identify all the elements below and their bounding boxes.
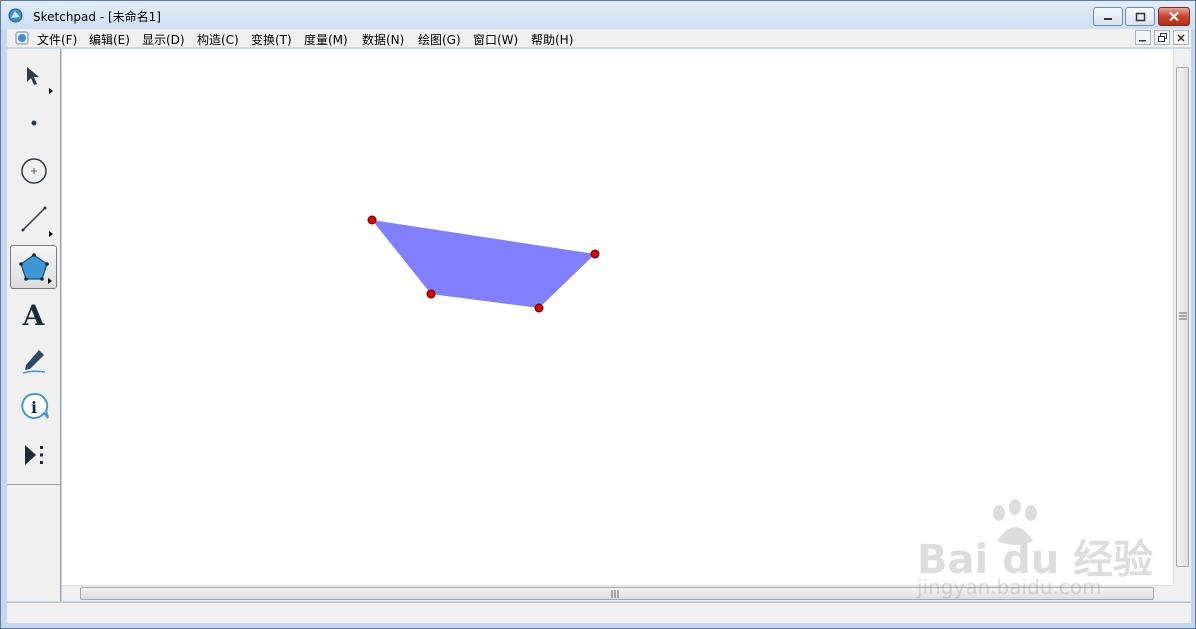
grip-icon <box>611 590 619 598</box>
close-icon <box>1177 33 1185 42</box>
minimize-button[interactable] <box>1093 7 1123 26</box>
point-icon <box>31 120 36 126</box>
text-tool[interactable]: A <box>10 293 57 337</box>
close-button[interactable] <box>1158 7 1190 26</box>
marker-icon <box>22 350 45 374</box>
horizontal-scroll-thumb[interactable] <box>80 587 1154 600</box>
title-bar: Sketchpad - [未命名1] <box>1 1 1195 29</box>
restore-icon <box>1157 33 1167 42</box>
scrollbar-corner <box>1173 585 1191 601</box>
doc-minimize-button[interactable] <box>1135 30 1151 45</box>
window-title: Sketchpad - [未命名1] <box>33 10 161 24</box>
information-tool[interactable]: i <box>10 385 57 429</box>
document-icon[interactable] <box>15 31 29 45</box>
menu-display[interactable]: 显示(D) <box>142 31 185 48</box>
vertical-scroll-thumb[interactable] <box>1176 67 1189 567</box>
custom-tool-icon <box>24 445 43 465</box>
polygon-tool[interactable] <box>10 245 57 289</box>
more-tools-indicator <box>49 88 53 94</box>
sketchpad-window: Sketchpad - [未命名1] 文件(F) 编辑(E) 显示(D) 构造(… <box>0 0 1196 629</box>
vertex-point[interactable] <box>590 249 600 259</box>
polygon-icon <box>18 253 49 281</box>
status-bar <box>7 602 1191 623</box>
svg-text:i: i <box>30 398 36 417</box>
toolbox: A i <box>7 49 61 601</box>
menu-help[interactable]: 帮助(H) <box>531 31 573 48</box>
sketch-canvas[interactable] <box>62 49 1173 585</box>
restore-button[interactable] <box>1125 7 1155 26</box>
more-tools-indicator <box>49 231 53 237</box>
vertical-scrollbar[interactable] <box>1173 49 1191 585</box>
menu-transform[interactable]: 变换(T) <box>251 31 292 48</box>
doc-restore-button[interactable] <box>1154 30 1170 45</box>
vertex-point[interactable] <box>534 303 544 313</box>
menu-window[interactable]: 窗口(W) <box>473 31 518 48</box>
menu-construct[interactable]: 构造(C) <box>197 31 239 48</box>
sketch-drawing <box>367 215 600 313</box>
menu-data[interactable]: 数据(N) <box>362 31 404 48</box>
doc-close-button[interactable] <box>1173 30 1189 45</box>
quadrilateral-interior[interactable] <box>372 220 595 308</box>
segment-icon <box>21 206 46 232</box>
more-tools-indicator <box>48 278 52 284</box>
text-icon: A <box>22 298 45 332</box>
menu-bar: 文件(F) 编辑(E) 显示(D) 构造(C) 变换(T) 度量(M) 数据(N… <box>7 29 1191 48</box>
horizontal-scrollbar[interactable] <box>62 585 1173 601</box>
minimize-icon <box>1139 39 1146 41</box>
minimize-icon <box>1104 17 1112 20</box>
restore-icon <box>1135 12 1145 21</box>
circle-icon <box>20 158 47 184</box>
custom-tool[interactable] <box>10 433 57 477</box>
straightedge-tool[interactable] <box>10 197 57 241</box>
marker-tool[interactable] <box>10 339 57 383</box>
info-icon: i <box>20 392 49 419</box>
sketchpad-app-icon <box>8 8 23 23</box>
menu-measure[interactable]: 度量(M) <box>304 31 348 48</box>
grip-icon <box>1179 312 1187 320</box>
arrow-tool[interactable] <box>10 54 57 98</box>
vertex-point[interactable] <box>426 289 436 299</box>
point-tool[interactable] <box>10 101 57 145</box>
toolbox-divider <box>7 484 61 485</box>
close-icon <box>1169 11 1179 22</box>
menu-edit[interactable]: 编辑(E) <box>89 31 130 48</box>
menu-graph[interactable]: 绘图(G) <box>418 31 461 48</box>
vertex-point[interactable] <box>367 215 377 225</box>
arrow-icon <box>26 67 39 85</box>
compass-tool[interactable] <box>10 149 57 193</box>
menu-file[interactable]: 文件(F) <box>37 31 77 48</box>
